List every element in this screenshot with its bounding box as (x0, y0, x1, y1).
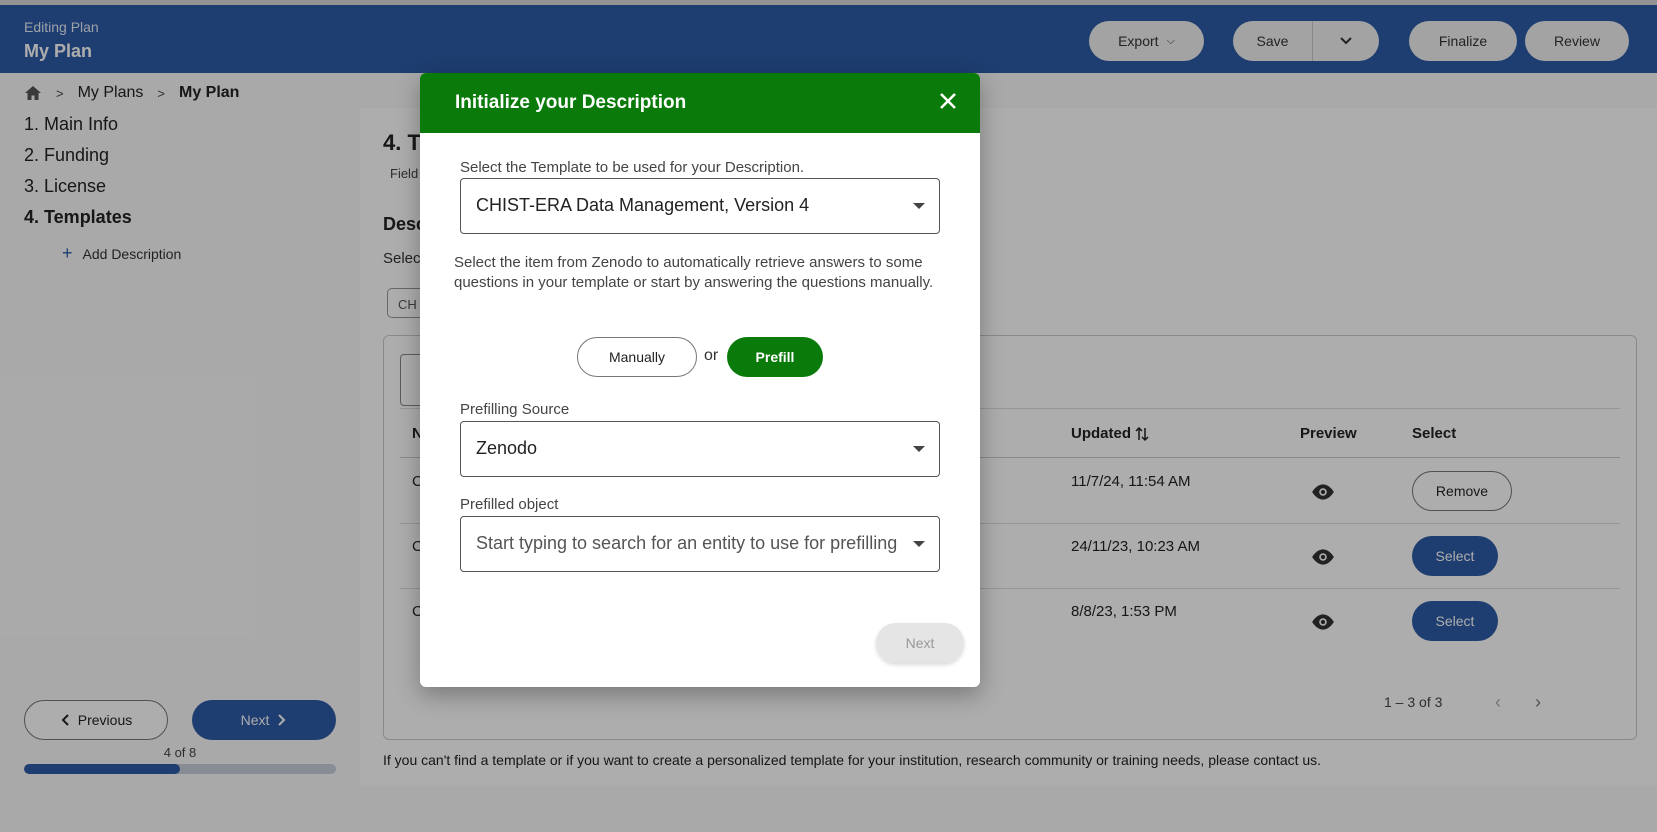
dialog-title: Initialize your Description (455, 92, 687, 113)
prefilling-source-label: Prefilling Source (460, 401, 570, 418)
initialize-description-dialog: Initialize your Description Select the T… (420, 73, 980, 687)
prefilling-source-value: Zenodo (476, 438, 538, 458)
dropdown-arrow-icon (913, 446, 925, 452)
prefill-help-text: Select the item from Zenodo to automatic… (454, 254, 934, 291)
template-select-label: Select the Template to be used for your … (460, 159, 805, 176)
prefilling-source-select[interactable]: Zenodo (460, 421, 940, 477)
template-select[interactable]: CHIST-ERA Data Management, Version 4 (460, 178, 940, 234)
close-icon[interactable] (936, 89, 960, 113)
dialog-next-button[interactable]: Next (876, 623, 964, 663)
mode-selector: Manually or Prefill (420, 337, 980, 377)
prefilled-object-input[interactable]: Start typing to search for an entity to … (460, 516, 940, 572)
prefilled-object-placeholder: Start typing to search for an entity to … (476, 533, 898, 553)
template-select-value: CHIST-ERA Data Management, Version 4 (476, 195, 810, 215)
or-text: or (704, 347, 719, 364)
manually-button[interactable]: Manually (577, 337, 697, 377)
dropdown-arrow-icon (913, 203, 925, 209)
prefill-button[interactable]: Prefill (727, 337, 823, 377)
dialog-header: Initialize your Description (420, 73, 980, 133)
dropdown-arrow-icon (913, 541, 925, 547)
prefilled-object-label: Prefilled object (460, 496, 559, 513)
